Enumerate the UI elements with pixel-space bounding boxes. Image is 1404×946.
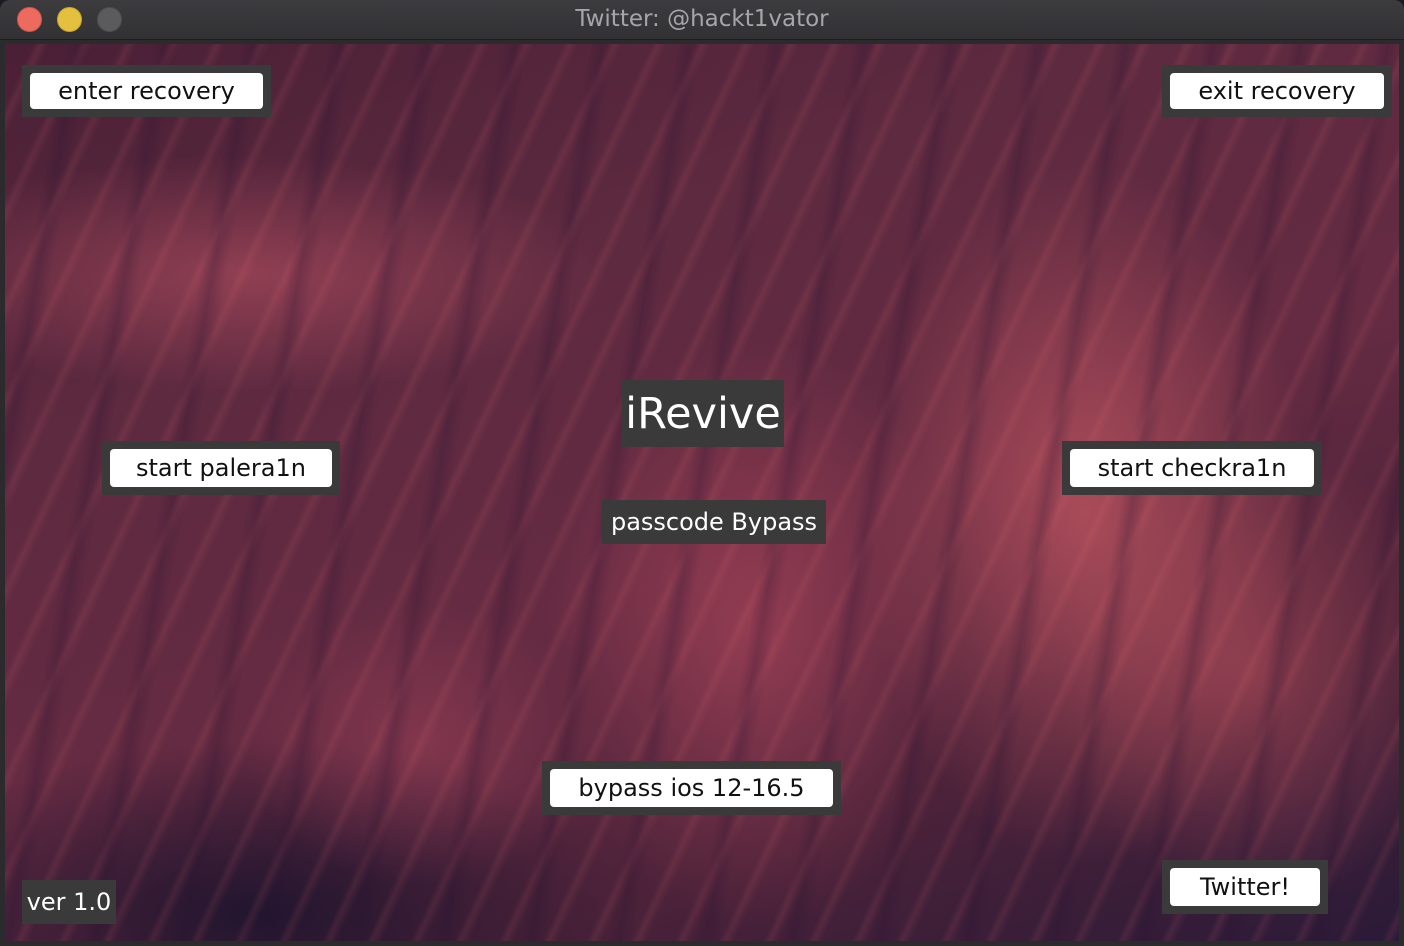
twitter-frame: Twitter!	[1162, 860, 1328, 914]
title-bar[interactable]: Twitter: @hackt1vator	[0, 0, 1404, 40]
window-title: Twitter: @hackt1vator	[575, 6, 829, 32]
start-palera1n-button[interactable]: start palera1n	[110, 449, 332, 487]
start-checkra1n-frame: start checkra1n	[1062, 441, 1322, 495]
app-title: iRevive	[622, 380, 784, 447]
version-label: ver 1.0	[22, 880, 116, 924]
start-checkra1n-button[interactable]: start checkra1n	[1070, 449, 1314, 487]
bypass-frame: bypass ios 12-16.5	[542, 761, 841, 815]
app-subtitle: passcode Bypass	[602, 500, 826, 544]
app-window: Twitter: @hackt1vator enter recovery exi…	[0, 0, 1404, 946]
enter-recovery-button[interactable]: enter recovery	[30, 73, 263, 109]
bypass-ios-button[interactable]: bypass ios 12-16.5	[550, 769, 833, 807]
enter-recovery-frame: enter recovery	[22, 65, 271, 117]
twitter-button[interactable]: Twitter!	[1170, 868, 1320, 906]
exit-recovery-button[interactable]: exit recovery	[1170, 73, 1384, 109]
exit-recovery-frame: exit recovery	[1162, 65, 1392, 117]
main-content: enter recovery exit recovery iRevive sta…	[5, 44, 1399, 941]
start-palera1n-frame: start palera1n	[102, 441, 340, 495]
